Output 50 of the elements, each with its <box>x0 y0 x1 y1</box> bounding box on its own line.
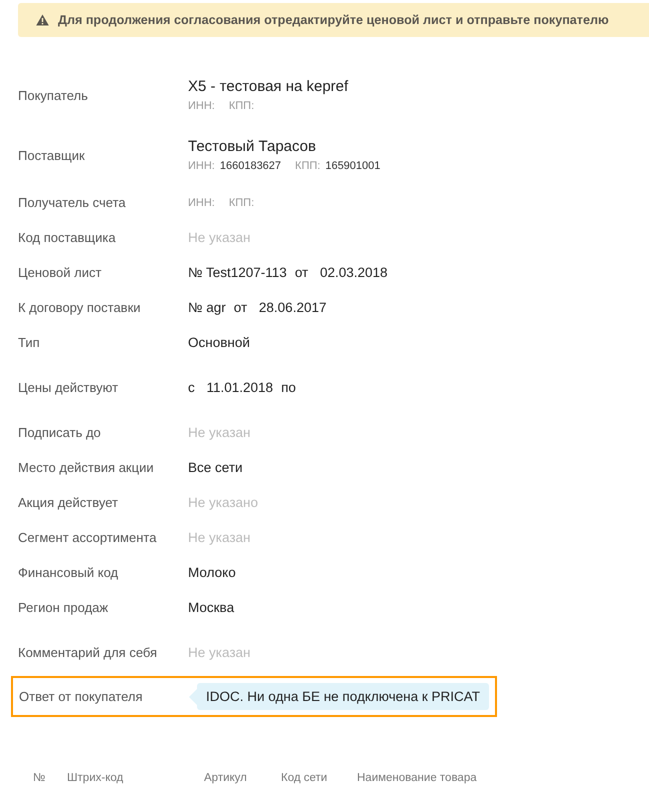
inn-text: ИНН: 1660183627 <box>188 160 282 172</box>
field-value: Не указан <box>188 645 250 660</box>
document-date: 02.03.2018 <box>318 265 388 280</box>
field-label: Акция действует <box>18 495 119 510</box>
field-label: К договору поставки <box>18 300 142 315</box>
field-label: Получатель счета <box>18 195 127 210</box>
field-value: Не указан <box>188 530 250 545</box>
field-label: Тип <box>18 335 41 350</box>
field-label: Поставщик <box>18 148 86 162</box>
document-number: № Test1207-113 <box>188 265 287 280</box>
field-label: Цены действуют <box>18 380 120 395</box>
field-label: Комментарий для себя <box>18 645 158 660</box>
inn-text: ИНН: <box>188 196 215 208</box>
warning-icon <box>36 14 49 26</box>
reply-message: IDOC. Ни одна БЕ не подключена к PRICAT <box>197 683 490 710</box>
from-text: от <box>234 300 248 315</box>
document-date: 28.06.2017 <box>258 300 326 315</box>
field-label: Регион продаж <box>18 600 110 615</box>
from-text: от <box>294 265 308 280</box>
field-label: Сегмент ассортимента <box>18 530 158 545</box>
field-label: Ответ от покупателя <box>19 689 144 704</box>
field-label: Подписать до <box>18 425 102 440</box>
field-label: Место действия акции <box>18 460 155 475</box>
field-value: Молоко <box>188 565 236 580</box>
to-text: по <box>281 380 296 395</box>
from-text: с <box>188 380 195 395</box>
field-value: Не указано <box>188 495 258 510</box>
kpp-text: КПП: <box>228 100 254 112</box>
column-header: Код сети <box>281 772 328 784</box>
party-name: Тестовый Тарасов <box>188 138 317 155</box>
field-label: Ценовой лист <box>18 265 102 280</box>
field-value: Все сети <box>188 460 243 475</box>
warning-text: Для продолжения согласования отредактируйте ценовой лист и отправьте покупателю <box>58 13 609 27</box>
field-label: Финансовый код <box>18 565 120 580</box>
field-value: Москва <box>188 600 234 615</box>
document-number: № agr <box>188 300 226 315</box>
party-name: X5 - тестовая на kepref <box>188 78 348 95</box>
column-header: Артикул <box>204 772 248 784</box>
column-header: Штрих-код <box>67 772 124 784</box>
field-value: Не указан <box>188 425 250 440</box>
inn-text: ИНН: <box>188 100 215 112</box>
field-value: Не указан <box>188 230 250 245</box>
field-value: Основной <box>188 335 250 350</box>
kpp-text: КПП: 165901001 <box>295 160 380 172</box>
kpp-text: КПП: <box>228 196 254 208</box>
column-header: № <box>33 772 46 784</box>
field-label: Код поставщика <box>18 230 117 245</box>
start-date: 11.01.2018 <box>206 380 274 395</box>
field-label: Покупатель <box>18 88 89 102</box>
column-header: Наименование товара <box>357 772 478 784</box>
